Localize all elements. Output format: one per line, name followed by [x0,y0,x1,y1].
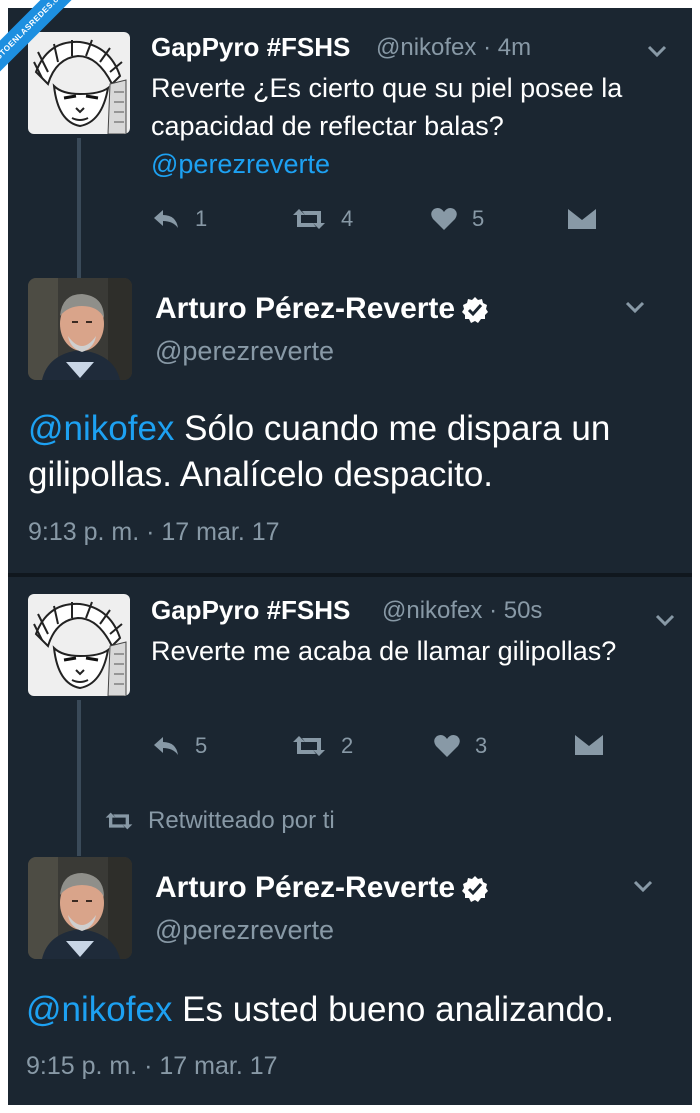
mention-link[interactable]: @perezreverte [151,149,330,179]
author-handle-time: @nikofex · 4m [376,34,532,61]
like-icon [431,208,457,230]
tweet-text: Reverte me acaba de llamar gilipollas? [151,636,617,666]
chevron-down-icon[interactable] [632,879,654,893]
author-name-text: Arturo Pérez-Reverte [155,292,456,325]
avatar-reverte[interactable] [28,857,132,959]
tweet-text: Reverte ¿Es cierto que su piel posee la … [151,70,681,183]
like-icon [434,735,460,757]
retweet-icon [293,209,325,229]
retweet-icon [293,736,325,756]
author-handle: @perezreverte [155,915,334,945]
like-action[interactable]: 3 [433,733,487,759]
like-count: 3 [475,733,488,758]
author-name[interactable]: GapPyro #FSHS [151,595,350,626]
reply-icon [154,210,178,228]
timestamp[interactable]: 9:13 p. m. · 17 mar. 17 [28,518,280,547]
retweeted-by-label: Retwitteado por ti [148,807,335,834]
thread-line [77,138,81,278]
reply-count: 5 [195,733,208,758]
reply-count: 1 [195,206,208,231]
thread-line [77,700,81,856]
chevron-down-icon[interactable] [646,44,668,58]
tweet-body: Reverte ¿Es cierto que su piel posee la … [151,73,623,141]
watermark: VISTOENLASREDES.com [0,0,84,84]
chevron-down-icon[interactable] [654,613,676,627]
verified-badge-icon [462,297,489,324]
tweet-text: @nikofex Sólo cuando me dispara un gilip… [28,406,668,497]
mention-link[interactable]: @nikofex [28,409,174,448]
screenshot-frame: GapPyro #FSHS @nikofex · 4m Reverte ¿Es … [8,8,692,1105]
retweet-count: 2 [341,733,354,758]
chevron-down-icon[interactable] [624,300,646,314]
avatar-gappyro[interactable] [28,594,130,696]
conversation-2: GapPyro #FSHS @nikofex · 50s Reverte me … [8,577,692,1105]
author-name[interactable]: Arturo Pérez-Reverte [155,871,489,905]
mention-link[interactable]: @nikofex [26,990,172,1029]
reply-action[interactable]: 1 [151,206,207,232]
author-name-text: Arturo Pérez-Reverte [155,871,456,904]
watermark-text: VISTOENLASREDES.com [0,0,84,84]
timestamp[interactable]: 9:15 p. m. · 17 mar. 17 [26,1052,278,1081]
reply-icon [154,737,178,755]
like-action[interactable]: 5 [430,206,484,232]
dm-icon[interactable] [567,208,597,230]
reply-action[interactable]: 5 [151,733,207,759]
dm-icon[interactable] [574,734,604,756]
verified-badge-icon [462,876,489,903]
author-handle: @perezreverte [155,336,334,366]
like-count: 5 [472,206,485,231]
retweet-icon [105,812,133,830]
retweet-action[interactable]: 2 [291,733,353,759]
tweet-body: Es usted bueno analizando. [172,990,615,1029]
avatar-reverte[interactable] [28,278,132,380]
retweet-action[interactable]: 4 [291,206,353,232]
conversation-1: GapPyro #FSHS @nikofex · 4m Reverte ¿Es … [8,8,692,575]
author-handle-time: @nikofex · 50s [382,597,543,624]
retweeted-by-banner: Retwitteado por ti [104,807,335,835]
tweet-text: @nikofex Es usted bueno analizando. [26,987,676,1033]
author-name[interactable]: Arturo Pérez-Reverte [155,292,489,326]
retweet-count: 4 [341,206,354,231]
author-name[interactable]: GapPyro #FSHS [151,32,350,63]
